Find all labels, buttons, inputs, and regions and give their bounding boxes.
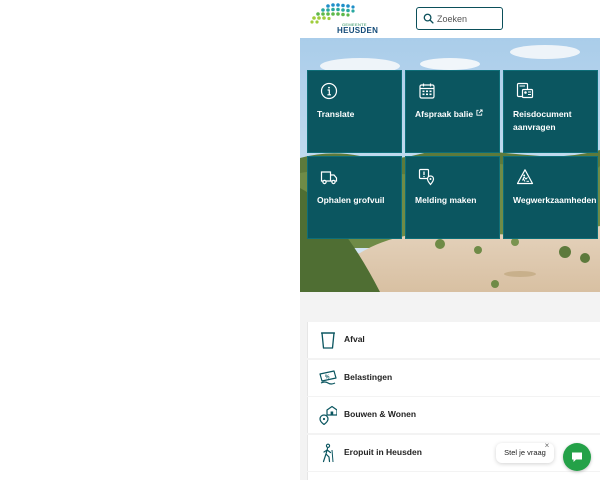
header: GEMEENTE HEUSDEN <box>300 0 600 38</box>
logo-title: HEUSDEN <box>337 26 379 35</box>
search-icon[interactable] <box>423 13 434 24</box>
close-icon[interactable]: × <box>543 442 551 450</box>
list-item-bouwen-wonen[interactable]: Bouwen & Wonen <box>307 397 600 433</box>
list-item-afval[interactable]: Afval <box>307 322 600 358</box>
chat-button[interactable] <box>563 443 591 471</box>
house-pin-icon <box>319 405 337 425</box>
page: GEMEENTE HEUSDEN Zoeken Translate Afspra… <box>300 0 600 480</box>
report-pin-icon <box>418 168 435 186</box>
tile-label: Translate <box>317 109 355 119</box>
topic-list: Afval % Belastingen Bouwen & Wonen Eropu… <box>307 322 600 480</box>
list-item-label: Bouwen & Wonen <box>344 409 417 419</box>
tile-reisdocument-aanvragen[interactable]: Reisdocument aanvragen <box>503 70 598 153</box>
tile-label: Wegwerkzaamheden <box>513 195 597 205</box>
svg-text:%: % <box>325 374 330 380</box>
list-item-label: Belastingen <box>344 371 393 382</box>
logo[interactable]: GEMEENTE HEUSDEN <box>308 2 378 36</box>
tile-ophalen-grofvuil[interactable]: Ophalen grofvuil <box>307 156 402 239</box>
tile-label: Afspraak balie <box>415 108 493 121</box>
tile-afspraak-balie[interactable]: Afspraak balie <box>405 70 500 153</box>
search-box[interactable] <box>416 7 503 30</box>
chat-icon <box>572 452 582 462</box>
truck-icon <box>320 171 338 185</box>
list-item-eropuit-in-heusden[interactable]: Eropuit in Heusden <box>307 434 600 471</box>
tile-wegwerkzaamheden[interactable]: Wegwerkzaamheden <box>503 156 598 239</box>
id-card-icon <box>516 82 534 99</box>
external-link-icon <box>476 109 483 116</box>
bin-icon <box>321 332 335 349</box>
hero-banner: Translate Afspraak balie Reisdocument aa… <box>300 38 600 292</box>
list-item-label: Eropuit in Heusden <box>344 446 422 457</box>
list-item-belastingen[interactable]: % Belastingen <box>307 359 600 396</box>
list-item-label: Afval <box>344 334 365 344</box>
tax-icon: % <box>319 369 337 385</box>
hiker-icon <box>322 443 334 462</box>
roadwork-icon <box>516 169 534 185</box>
tile-translate[interactable]: Translate <box>307 70 402 153</box>
tile-melding-maken[interactable]: Melding maken <box>405 156 500 239</box>
info-icon <box>320 82 338 100</box>
list-item[interactable] <box>307 472 600 480</box>
search-input[interactable] <box>437 11 499 26</box>
calendar-icon <box>419 83 435 99</box>
tile-label: Reisdocument aanvragen <box>513 109 572 132</box>
tile-label: Ophalen grofvuil <box>317 195 385 205</box>
tile-label: Melding maken <box>415 195 477 205</box>
tile-label-text: Afspraak balie <box>415 109 474 119</box>
